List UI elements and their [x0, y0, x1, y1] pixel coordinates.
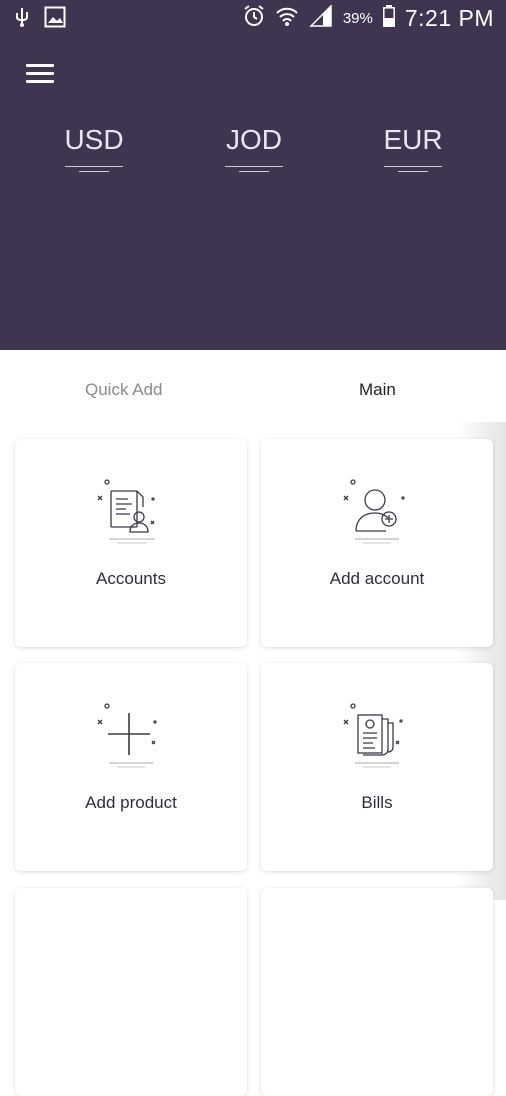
- gallery-icon: [44, 6, 66, 32]
- card-partial-right[interactable]: [261, 888, 493, 1096]
- card-label: Accounts: [96, 569, 166, 588]
- card-partial-left[interactable]: [15, 888, 247, 1096]
- alarm-icon: [243, 4, 265, 33]
- card-label: Add product: [85, 793, 177, 812]
- accounts-icon: [91, 477, 171, 547]
- card-bills[interactable]: Bills: [261, 663, 493, 871]
- add-account-icon: [337, 477, 417, 547]
- currency-usd[interactable]: USD: [54, 124, 134, 172]
- currency-eur[interactable]: EUR: [373, 124, 453, 172]
- header-panel: 39% 7:21 PM USD JOD EUR: [0, 0, 506, 350]
- battery-icon: [382, 5, 395, 32]
- bills-icon: [337, 701, 417, 771]
- card-add-account[interactable]: Add account: [261, 439, 493, 647]
- tab-quick-add[interactable]: Quick Add: [85, 380, 163, 400]
- card-label: Add account: [329, 569, 425, 588]
- tab-bar: Quick Add Main: [0, 350, 506, 422]
- signal-icon: [309, 4, 333, 32]
- menu-icon[interactable]: [26, 64, 54, 86]
- tab-main[interactable]: Main: [359, 380, 396, 400]
- currency-label: EUR: [383, 124, 443, 155]
- battery-percent: 39%: [342, 10, 373, 27]
- status-bar: 39% 7:21 PM: [0, 0, 506, 38]
- clock-time: 7:21 PM: [404, 5, 494, 31]
- currency-label: USD: [64, 124, 124, 155]
- card-accounts[interactable]: Accounts: [15, 439, 247, 647]
- wifi-icon: [275, 5, 299, 32]
- currency-label: JOD: [226, 124, 282, 155]
- card-add-product[interactable]: Add product: [15, 663, 247, 871]
- card-label: Bills: [361, 793, 393, 812]
- add-product-icon: [91, 701, 171, 771]
- currency-jod[interactable]: JOD: [214, 124, 294, 172]
- usb-icon: [14, 6, 30, 32]
